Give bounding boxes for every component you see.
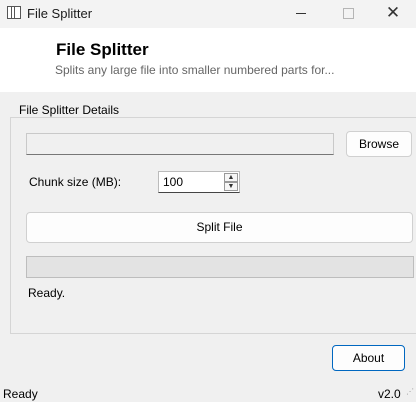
status-message: Ready. (28, 286, 66, 300)
app-icon (7, 6, 21, 19)
window-title: File Splitter (27, 6, 93, 21)
chevron-down-icon[interactable]: ▼ (224, 182, 238, 191)
page-title: File Splitter (56, 40, 149, 59)
version-label: v2.0 (378, 387, 401, 401)
chevron-up-icon[interactable]: ▲ (224, 173, 238, 182)
resize-grip-icon[interactable]: ⋰ (406, 388, 416, 402)
file-path-field[interactable] (26, 133, 334, 155)
browse-button[interactable]: Browse (346, 131, 412, 157)
chunk-size-value[interactable]: 100 (163, 175, 183, 189)
page-subtitle: Splits any large file into smaller numbe… (55, 63, 335, 77)
status-bar-state: Ready (3, 387, 38, 401)
title-bar: File Splitter ✕ (0, 0, 416, 28)
chunk-size-label: Chunk size (MB): (29, 175, 122, 189)
close-button[interactable]: ✕ (370, 0, 416, 28)
split-file-button[interactable]: Split File (26, 212, 413, 243)
about-button[interactable]: About (332, 345, 405, 371)
maximize-button[interactable] (324, 0, 370, 28)
minimize-button[interactable] (278, 0, 324, 28)
header-banner: File Splitter Splits any large file into… (0, 28, 416, 92)
status-bar: Ready v2.0 ⋰ (0, 382, 416, 402)
groupbox-legend: File Splitter Details (17, 103, 122, 117)
progress-bar (26, 256, 414, 278)
chunk-size-stepper[interactable]: 100 ▲ ▼ (158, 171, 240, 193)
